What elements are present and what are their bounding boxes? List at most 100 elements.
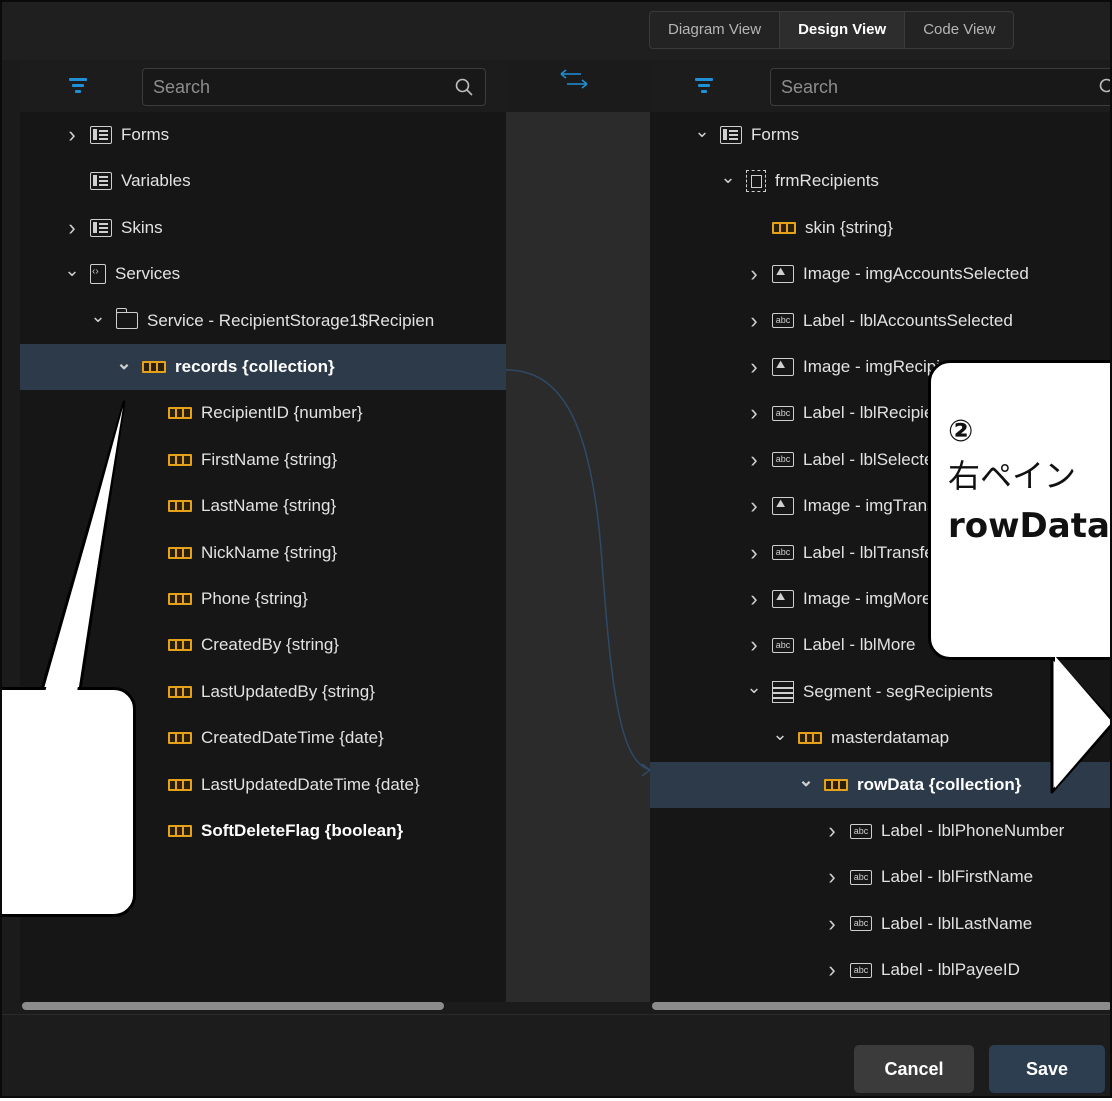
filter-icon[interactable] bbox=[68, 76, 88, 96]
tree-row[interactable]: ⌄ records {collection} bbox=[20, 344, 506, 390]
collection-icon bbox=[168, 639, 192, 652]
chevron-right-icon[interactable]: › bbox=[822, 957, 842, 983]
tree-row[interactable]: LastName {string} bbox=[20, 483, 506, 529]
collection-icon bbox=[168, 500, 192, 513]
tree-row[interactable]: › Forms bbox=[20, 112, 506, 158]
tree-row[interactable]: › abc Label - lblFirstName bbox=[650, 854, 1110, 900]
collection-icon bbox=[168, 407, 192, 420]
tab-design-view[interactable]: Design View bbox=[779, 12, 905, 48]
frame-icon bbox=[746, 170, 766, 193]
left-search-input[interactable] bbox=[153, 75, 445, 99]
tree-row-label: NickName {string} bbox=[201, 542, 338, 562]
chevron-right-icon[interactable]: › bbox=[744, 308, 764, 334]
chevron-right-icon[interactable]: › bbox=[744, 586, 764, 612]
tree-row-label: Variables bbox=[121, 171, 191, 191]
search-icon[interactable] bbox=[455, 78, 473, 96]
tree-row[interactable]: › abc Label - lblPayeeID bbox=[650, 947, 1110, 993]
image-icon bbox=[772, 497, 794, 516]
collection-icon bbox=[168, 685, 192, 698]
tree-row[interactable]: ⌄ rowData {collection} bbox=[650, 761, 1110, 808]
collection-icon bbox=[142, 361, 166, 373]
form-icon bbox=[90, 218, 112, 237]
tree-row[interactable]: FirstName {string} bbox=[20, 437, 506, 483]
search-icon[interactable] bbox=[1099, 78, 1112, 96]
chevron-down-icon[interactable]: ⌄ bbox=[88, 306, 108, 327]
label-icon: abc bbox=[850, 869, 872, 885]
folder-icon bbox=[115, 308, 138, 330]
chevron-right-icon[interactable]: › bbox=[822, 864, 842, 890]
right-search-input[interactable] bbox=[781, 75, 1089, 99]
chevron-right-icon[interactable]: › bbox=[822, 911, 842, 937]
tree-row-label: Image - imgAccountsSelected bbox=[803, 264, 1029, 284]
tree-row-label: rowData {collection} bbox=[857, 774, 1022, 794]
chevron-down-icon[interactable]: ⌄ bbox=[692, 121, 712, 142]
tab-diagram-view[interactable]: Diagram View bbox=[650, 12, 779, 48]
tree-row-label: Segment - segRecipients bbox=[803, 681, 993, 701]
chevron-right-icon[interactable]: › bbox=[744, 354, 764, 380]
tree-row-label: LastName {string} bbox=[201, 496, 337, 516]
callout-line-1: 右ペイン bbox=[948, 457, 1077, 495]
tree-row-label: CreatedBy {string} bbox=[201, 635, 339, 655]
tree-row-label: Skins bbox=[121, 217, 163, 237]
tree-row[interactable]: RecipientID {number} bbox=[20, 390, 506, 436]
collection-icon bbox=[168, 453, 192, 466]
tree-row[interactable]: ⌄ masterdatamap bbox=[650, 715, 1110, 761]
form-icon bbox=[90, 172, 112, 191]
tree-row[interactable]: NickName {string} bbox=[20, 530, 506, 576]
chevron-right-icon[interactable]: › bbox=[744, 400, 764, 426]
chevron-down-icon[interactable]: ⌄ bbox=[770, 724, 790, 745]
tree-row-label: CreatedDateTime {date} bbox=[201, 728, 384, 748]
filter-icon[interactable] bbox=[694, 76, 714, 96]
collection-icon bbox=[168, 732, 192, 745]
image-icon bbox=[772, 358, 794, 376]
chevron-right-icon[interactable]: › bbox=[744, 540, 764, 566]
chevron-right-icon[interactable]: › bbox=[744, 447, 764, 473]
label-icon: abc bbox=[850, 823, 872, 839]
tree-row[interactable]: ⌄ Segment - segRecipients bbox=[650, 669, 1110, 715]
chevron-down-icon[interactable]: ⌄ bbox=[796, 770, 816, 791]
chevron-down-icon[interactable]: ⌄ bbox=[62, 260, 82, 281]
tree-row[interactable]: Phone {string} bbox=[20, 576, 506, 622]
save-button[interactable]: Save bbox=[989, 1045, 1105, 1093]
tree-row[interactable]: › abc Label - lblPhoneNumber bbox=[650, 808, 1110, 854]
chevron-down-icon[interactable]: ⌄ bbox=[114, 353, 134, 374]
right-search-box bbox=[770, 68, 1112, 106]
left-horizontal-scrollbar[interactable] bbox=[22, 1002, 444, 1010]
tree-row-label: records {collection} bbox=[175, 357, 335, 376]
label-icon: abc bbox=[850, 916, 872, 932]
tree-row[interactable]: CreatedBy {string} bbox=[20, 622, 506, 668]
tree-row-label: Services bbox=[115, 264, 181, 284]
label-icon: abc bbox=[772, 313, 794, 329]
tree-row[interactable]: › Image - imgAccountsSelected bbox=[650, 251, 1110, 297]
left-search-box bbox=[142, 68, 486, 106]
tree-row[interactable]: › abc Label - lblAccountsSelected bbox=[650, 298, 1110, 344]
tab-code-view[interactable]: Code View bbox=[904, 12, 1013, 48]
chevron-right-icon[interactable]: › bbox=[62, 215, 82, 241]
tree-row[interactable]: › abc Label - lblLastName bbox=[650, 901, 1110, 947]
tree-row[interactable]: ⌄ Forms bbox=[650, 112, 1110, 158]
swap-arrows-icon[interactable] bbox=[554, 67, 594, 95]
tree-row[interactable]: Variables bbox=[20, 158, 506, 204]
file-code-icon bbox=[90, 264, 106, 285]
chevron-down-icon[interactable]: ⌄ bbox=[718, 167, 738, 188]
tree-row[interactable]: ⌄ Service - RecipientStorage1$Recipien bbox=[20, 298, 506, 344]
tree-row[interactable]: skin {string} bbox=[650, 205, 1110, 251]
collection-icon bbox=[772, 221, 796, 234]
chevron-right-icon[interactable]: › bbox=[744, 261, 764, 287]
chevron-right-icon[interactable]: › bbox=[744, 493, 764, 519]
tree-row-label: LastUpdatedBy {string} bbox=[201, 681, 375, 701]
tree-row[interactable]: › Skins bbox=[20, 205, 506, 251]
tree-row[interactable]: ⌄ frmRecipients bbox=[650, 158, 1110, 204]
collection-icon bbox=[168, 778, 192, 791]
chevron-right-icon[interactable]: › bbox=[822, 818, 842, 844]
collection-icon bbox=[824, 778, 848, 791]
tree-row-label: masterdatamap bbox=[831, 728, 950, 748]
tree-row[interactable]: ⌄ Services bbox=[20, 251, 506, 297]
chevron-right-icon[interactable]: › bbox=[744, 632, 764, 658]
right-horizontal-scrollbar[interactable] bbox=[652, 1002, 1110, 1010]
tree-row-label: Image - imgMore bbox=[803, 589, 932, 608]
chevron-right-icon[interactable]: › bbox=[62, 122, 82, 148]
callout-step-number: ② bbox=[948, 414, 974, 449]
chevron-down-icon[interactable]: ⌄ bbox=[744, 677, 764, 698]
cancel-button[interactable]: Cancel bbox=[854, 1045, 974, 1093]
